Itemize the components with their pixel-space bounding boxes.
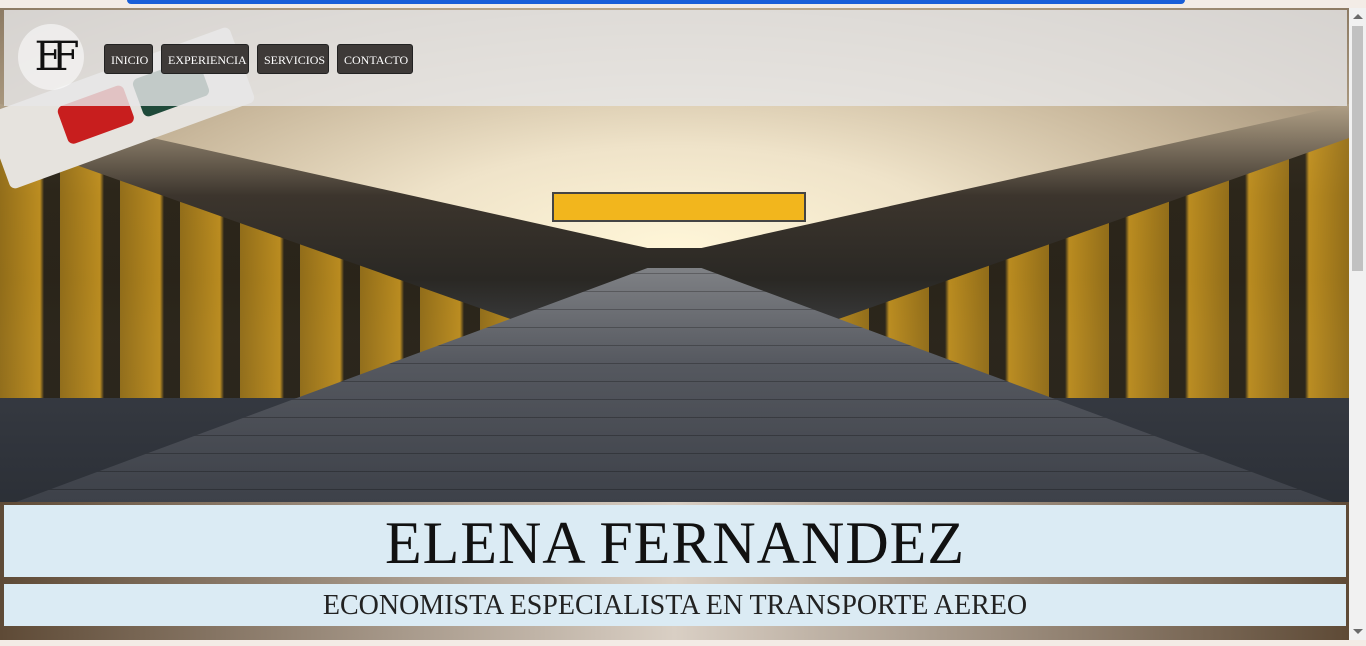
- nav-inicio-button[interactable]: INICIO: [104, 44, 153, 74]
- browser-focus-bar: [127, 0, 1185, 4]
- logo-text: EF: [34, 34, 80, 80]
- page-scrollbar[interactable]: [1349, 8, 1366, 640]
- nav-contacto-button[interactable]: CONTACTO: [337, 44, 413, 74]
- navbar: EF INICIO EXPERIENCIA SERVICIOS CONTACTO: [4, 10, 1347, 106]
- station-sign: [552, 192, 806, 222]
- hero-name: ELENA FERNANDEZ: [4, 505, 1346, 577]
- chevron-up-icon[interactable]: [1353, 14, 1363, 19]
- logo[interactable]: EF: [18, 24, 84, 90]
- nav-servicios-button[interactable]: SERVICIOS: [257, 44, 329, 74]
- scroll-thumb[interactable]: [1352, 26, 1363, 271]
- nav-experiencia-button[interactable]: EXPERIENCIA: [161, 44, 249, 74]
- chevron-down-icon[interactable]: [1353, 629, 1363, 634]
- hero-subtitle: ECONOMISTA ESPECIALISTA EN TRANSPORTE AE…: [4, 584, 1346, 626]
